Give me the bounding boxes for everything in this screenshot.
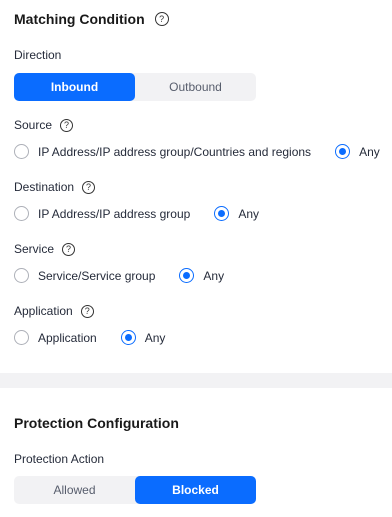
service-option-service-radio[interactable]: Service/Service group (14, 268, 155, 283)
direction-inbound-button[interactable]: Inbound (14, 73, 135, 101)
application-option-any-radio[interactable]: Any (120, 330, 166, 345)
destination-option-any-radio[interactable]: Any (214, 206, 259, 221)
radio-unchecked-icon (14, 268, 29, 283)
section-divider (0, 373, 392, 388)
help-icon[interactable]: ? (82, 180, 96, 194)
radio-label: Any (359, 144, 380, 159)
radio-unchecked-icon (14, 206, 29, 221)
help-icon[interactable]: ? (62, 242, 76, 256)
radio-label: Any (203, 268, 225, 283)
source-label-text: Source (14, 118, 53, 132)
direction-label: Direction (14, 48, 61, 62)
protection-configuration-title: Protection Configuration (14, 415, 179, 431)
source-option-any-radio[interactable]: Any (335, 144, 380, 159)
protection-action-segmented-control: Allowed Blocked (14, 476, 256, 504)
destination-radio-group: IP Address/IP address group Any (14, 206, 259, 221)
source-radio-group: IP Address/IP address group/Countries an… (14, 144, 380, 159)
matching-condition-title-text: Matching Condition (14, 11, 145, 27)
help-icon[interactable]: ? (60, 118, 74, 132)
radio-checked-icon (179, 268, 195, 283)
direction-outbound-button[interactable]: Outbound (135, 73, 256, 101)
source-label: Source ? (14, 118, 74, 132)
destination-option-ip-radio[interactable]: IP Address/IP address group (14, 206, 190, 221)
radio-label: Any (144, 330, 166, 345)
application-label-text: Application (14, 304, 73, 318)
radio-label: Application (38, 330, 97, 345)
service-label: Service ? (14, 242, 76, 256)
service-radio-group: Service/Service group Any (14, 268, 224, 283)
radio-label: Any (238, 206, 260, 221)
direction-label-text: Direction (14, 48, 62, 62)
application-radio-group: Application Any (14, 330, 165, 345)
radio-checked-icon (120, 330, 136, 345)
help-icon[interactable]: ? (154, 12, 169, 26)
radio-label: IP Address/IP address group (38, 206, 191, 221)
radio-unchecked-icon (14, 144, 29, 159)
radio-label: Service/Service group (38, 268, 156, 283)
radio-label: IP Address/IP address group/Countries an… (38, 144, 312, 159)
destination-label: Destination ? (14, 180, 96, 194)
application-option-application-radio[interactable]: Application (14, 330, 97, 345)
service-label-text: Service (14, 242, 55, 256)
protection-action-allowed-button[interactable]: Allowed (14, 476, 135, 504)
source-option-ip-radio[interactable]: IP Address/IP address group/Countries an… (14, 144, 311, 159)
protection-action-label: Protection Action (14, 452, 104, 466)
matching-condition-title: Matching Condition ? (14, 11, 169, 27)
protection-action-blocked-button[interactable]: Blocked (135, 476, 256, 504)
radio-checked-icon (214, 206, 230, 221)
help-icon[interactable]: ? (80, 304, 94, 318)
service-option-any-radio[interactable]: Any (179, 268, 224, 283)
radio-checked-icon (335, 144, 351, 159)
protection-configuration-section: Protection Configuration Protection Acti… (0, 388, 392, 517)
destination-label-text: Destination (14, 180, 75, 194)
matching-condition-section: Matching Condition ? Direction Inbound O… (0, 0, 392, 373)
radio-unchecked-icon (14, 330, 29, 345)
protection-configuration-title-text: Protection Configuration (14, 415, 179, 431)
application-label: Application ? (14, 304, 94, 318)
direction-segmented-control: Inbound Outbound (14, 73, 256, 101)
protection-action-label-text: Protection Action (14, 452, 105, 466)
